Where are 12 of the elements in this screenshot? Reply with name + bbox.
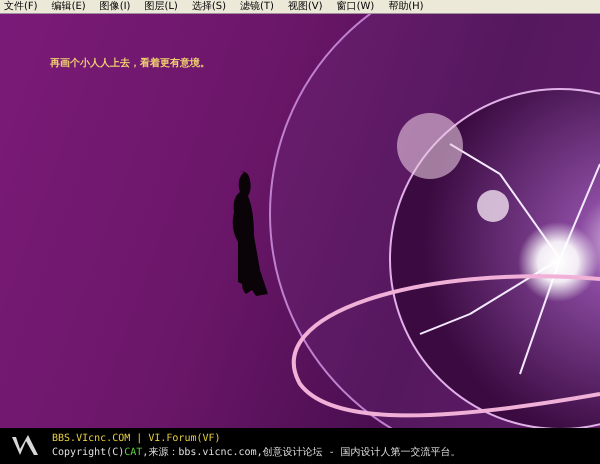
menu-item[interactable]: 编辑(E) (52, 0, 86, 12)
menu-item[interactable]: 文件(F) (4, 0, 38, 12)
menu-item[interactable]: 视图(V) (288, 0, 323, 12)
menu-item[interactable]: 图像(I) (100, 0, 130, 12)
menu-item[interactable]: 选择(S) (192, 0, 226, 12)
copyright-text: Copyright(C)CAT,来源：bbs.vicnc.com,创意设计论坛 - 国内设计人第一交流平台。 (52, 447, 461, 459)
site-link-text: BBS.VIcnc.COM | VI.Forum(VF) (52, 433, 222, 445)
menu-item[interactable]: 滤镜(T) (240, 0, 274, 12)
menu-item[interactable]: 窗口(W) (336, 0, 374, 12)
caption-text: 再画个小人人上去，看着更有意境。 (50, 58, 210, 69)
menu-item[interactable]: 图层(L) (144, 0, 178, 12)
menu-item[interactable]: 帮助(H) (388, 0, 424, 12)
